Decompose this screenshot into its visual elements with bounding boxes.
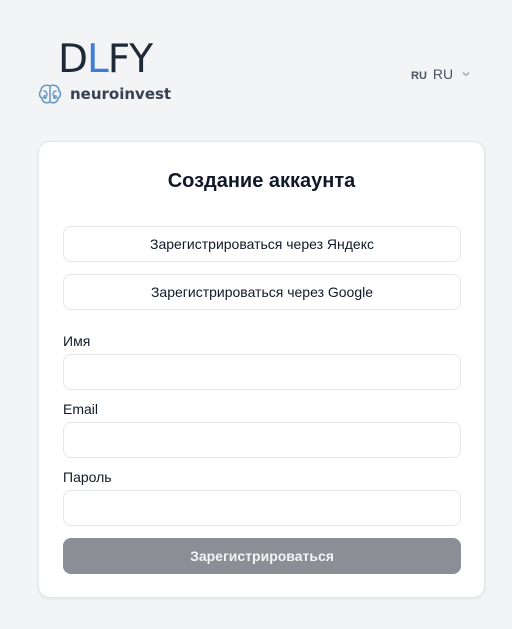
logo-prefix: D [58, 37, 88, 82]
brand-subtitle: neuroinvest [36, 80, 171, 108]
name-label: Имя [63, 333, 91, 349]
language-flag-code: RU [411, 70, 427, 82]
page-header: DLFY neuroinvest RU RU [0, 0, 512, 130]
chevron-down-icon [461, 66, 471, 77]
email-field[interactable] [63, 422, 461, 458]
logo-accent: L [87, 37, 109, 82]
yandex-signup-button[interactable]: Зарегистрироваться через Яндекс [63, 226, 461, 262]
brain-icon [36, 80, 64, 108]
logo-subtitle-text: neuroinvest [70, 85, 172, 103]
google-signup-button[interactable]: Зарегистрироваться через Google [63, 274, 461, 310]
logo-suffix: FY [107, 37, 153, 82]
name-field[interactable] [63, 354, 461, 390]
password-label: Пароль [63, 469, 112, 485]
password-field[interactable] [63, 490, 461, 526]
brand-logo[interactable]: DLFY [58, 37, 153, 82]
page-title: Создание аккаунта [167, 170, 356, 192]
register-button[interactable]: Зарегистрироваться [63, 538, 461, 574]
signup-card: Создание аккаунта Зарегистрироваться чер… [38, 141, 485, 598]
email-label: Email [63, 401, 99, 417]
language-current: RU [432, 66, 454, 82]
language-selector[interactable]: RU RU [411, 66, 471, 86]
